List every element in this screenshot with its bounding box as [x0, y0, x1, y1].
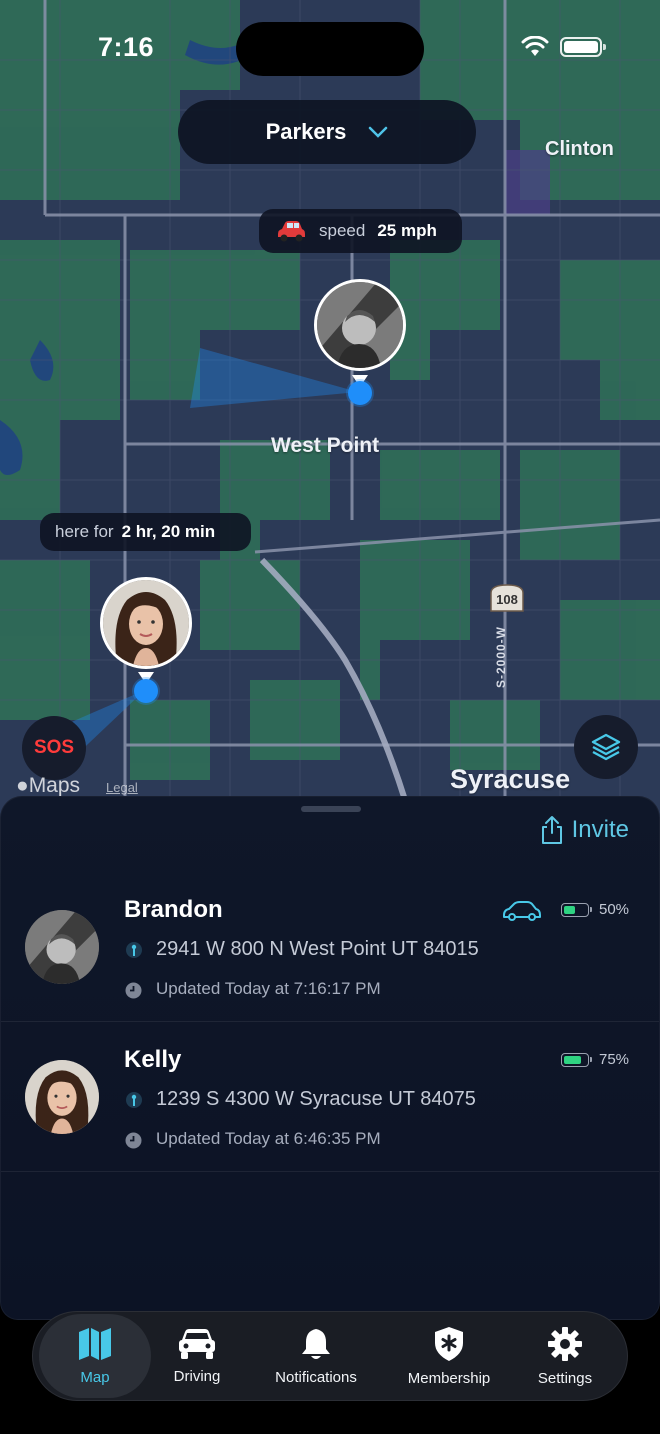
member-pin-brandon[interactable]: [314, 279, 406, 371]
member-row-kelly[interactable]: Kelly 75% 1239 S 4300 W Syracuse UT 8407…: [1, 1022, 659, 1172]
sheet-grabber[interactable]: [301, 806, 361, 812]
tab-membership[interactable]: Membership: [389, 1314, 509, 1398]
invite-label: Invite: [571, 816, 629, 843]
member-row-brandon[interactable]: Brandon 50% 2941 W 800 N West Point UT 8…: [1, 872, 659, 1022]
car-icon: [278, 221, 305, 242]
map-label-clinton: Clinton: [545, 138, 614, 160]
layers-icon: [591, 733, 621, 761]
invite-button[interactable]: Invite: [540, 815, 629, 845]
avatar: [25, 910, 99, 984]
maps-brand: Maps: [28, 774, 81, 797]
member-updated: Updated Today at 7:16:17 PM: [156, 979, 381, 998]
tab-label: Membership: [407, 1369, 491, 1387]
chevron-down-icon: [369, 126, 388, 138]
status-icons: [520, 36, 606, 58]
avatar-brandon: [317, 282, 403, 368]
bell-icon: [302, 1328, 330, 1359]
speed-bubble: speed 25 mph: [259, 209, 462, 253]
map-layers-button[interactable]: [574, 715, 638, 779]
shield-star-icon: [435, 1326, 463, 1361]
member-address: 1239 S 4300 W Syracuse UT 84075: [156, 1088, 476, 1110]
dwell-value: 2 hr, 20 min: [121, 522, 216, 541]
location-dot-kelly: [134, 679, 158, 703]
wifi-icon: [521, 36, 549, 56]
map-label-syracuse: Syracuse: [450, 764, 571, 794]
map-view[interactable]: 7:16 Parkers Clinton West Point Syracuse…: [0, 0, 660, 830]
members-sheet[interactable]: Invite Brandon 50% 2941 W 800 N West Poi…: [0, 796, 660, 1320]
road-label: S-2000-W: [494, 625, 509, 689]
avatar-kelly: [103, 580, 189, 666]
battery-icon: [561, 902, 592, 917]
dwell-label: here for: [55, 522, 114, 541]
tab-map[interactable]: Map: [39, 1314, 151, 1398]
member-pin-kelly[interactable]: [100, 577, 192, 669]
tab-label: Settings: [537, 1369, 593, 1387]
battery-percent: 75%: [599, 1051, 630, 1068]
clock-icon: [125, 1132, 142, 1149]
sos-button[interactable]: SOS: [22, 716, 86, 780]
battery-icon: [561, 1052, 592, 1067]
tab-label: Notifications: [275, 1368, 357, 1386]
avatar: [25, 1060, 99, 1134]
member-address: 2941 W 800 N West Point UT 84015: [156, 938, 479, 960]
driving-car-icon: [503, 901, 541, 921]
battery-status: 75%: [561, 1051, 629, 1068]
group-selector[interactable]: Parkers: [178, 100, 476, 164]
group-name: Parkers: [265, 119, 347, 144]
avatar-brandon: [25, 910, 99, 984]
member-name: Kelly: [124, 1046, 182, 1073]
battery-icon: [560, 37, 606, 57]
apple-logo-icon: ●: [16, 774, 29, 797]
tab-label: Driving: [173, 1367, 221, 1385]
dynamic-island: [236, 22, 424, 76]
dwell-bubble: here for 2 hr, 20 min: [40, 513, 251, 551]
location-pin-icon: [126, 942, 142, 958]
member-updated: Updated Today at 6:46:35 PM: [156, 1129, 381, 1148]
highway-shield-icon: 108: [490, 584, 524, 612]
tab-notifications[interactable]: Notifications: [243, 1314, 389, 1398]
location-pin-icon: [126, 1092, 142, 1108]
tab-label: Map: [80, 1368, 110, 1386]
battery-status: 50%: [561, 901, 629, 918]
tab-driving[interactable]: Driving: [151, 1314, 243, 1398]
map-label-west-point: West Point: [271, 434, 380, 457]
status-time: 7:16: [98, 32, 155, 62]
speed-value: 25 mph: [377, 221, 437, 240]
maps-attribution: ●Maps: [16, 774, 80, 798]
tab-settings[interactable]: Settings: [509, 1314, 621, 1398]
speed-label: speed: [319, 221, 366, 240]
battery-percent: 50%: [599, 901, 630, 918]
map-icon: [79, 1327, 111, 1360]
clock-icon: [125, 982, 142, 999]
car-icon: [179, 1328, 215, 1359]
gear-icon: [548, 1326, 582, 1361]
highway-shield-number: 108: [496, 592, 518, 607]
location-dot-brandon: [348, 381, 372, 405]
avatar-kelly: [25, 1060, 99, 1134]
tab-bar: Map Driving Notifications Membership Set…: [32, 1311, 628, 1401]
legal-link[interactable]: Legal: [106, 780, 138, 795]
member-name: Brandon: [124, 896, 223, 923]
share-icon: [541, 816, 562, 844]
